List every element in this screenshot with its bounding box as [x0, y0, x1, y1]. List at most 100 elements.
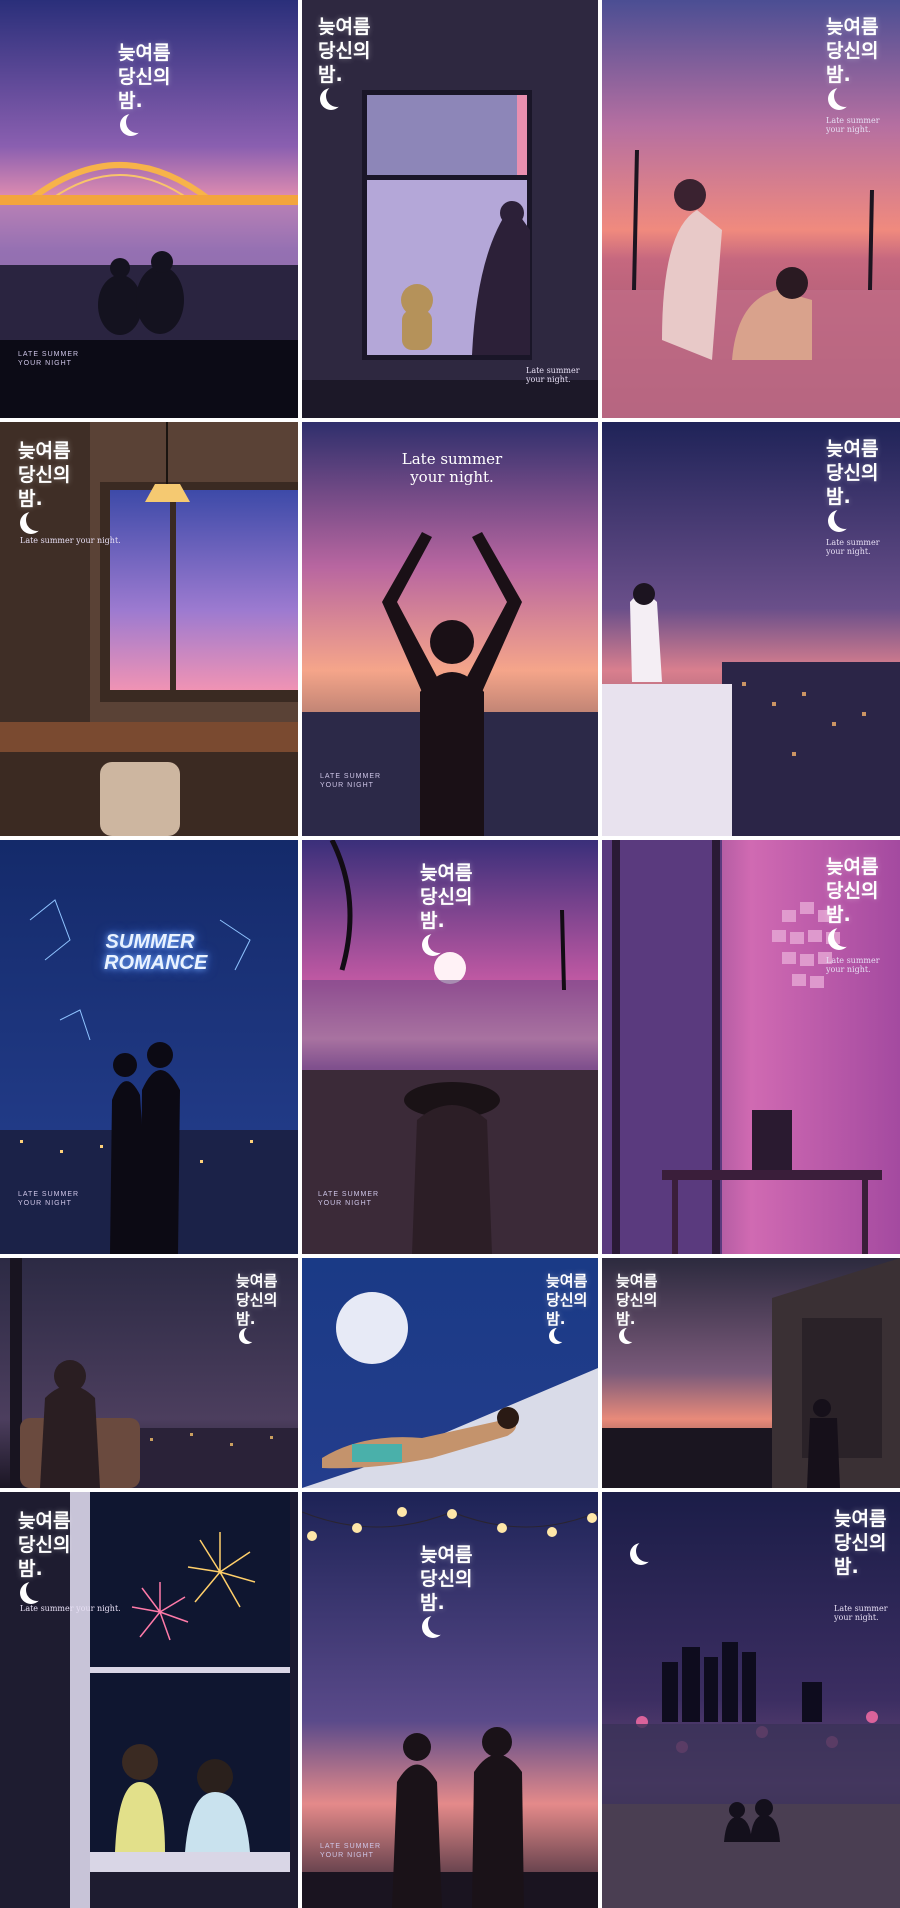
- caption: LATE SUMMER YOUR NIGHT: [320, 772, 381, 790]
- headline-line-3: 밤.: [546, 1310, 587, 1345]
- headline-line-3: 밤.: [18, 1558, 70, 1604]
- headline-line-1: 늦여름: [826, 856, 879, 878]
- caption: LATE SUMMER YOUR NIGHT: [318, 1190, 379, 1208]
- crescent-moon-icon: [834, 925, 856, 947]
- caption-line-2: YOUR NIGHT: [320, 782, 374, 790]
- caption-line-2: YOUR NIGHT: [320, 1852, 374, 1860]
- crescent-moon-icon: [636, 1540, 658, 1562]
- neon-title: SUMMER ROMANCE: [104, 931, 207, 974]
- headline-line-2: 당신의: [616, 1290, 658, 1309]
- headline: 늦여름 당신의 밤.: [236, 1272, 277, 1344]
- poster-tile-9: 늦여름 당신의 밤. Late summer your night.: [602, 840, 900, 1254]
- headline-line-3: 밤.: [826, 64, 878, 110]
- headline-line-2: 당신의: [18, 1533, 71, 1556]
- headline-text: 밤.: [18, 487, 43, 510]
- headline-text: 밤.: [826, 485, 851, 508]
- headline-text: 밤.: [616, 1309, 636, 1328]
- caption-line-2: YOUR NIGHT: [18, 1200, 72, 1208]
- headline: 늦여름 당신의 밤.: [826, 856, 878, 949]
- crescent-moon-icon: [428, 931, 450, 953]
- poster-tile-11: 늦여름 당신의 밤.: [302, 1258, 598, 1488]
- serif-title-line-2: your night.: [410, 468, 494, 486]
- subline: Late summer your night.: [20, 1604, 121, 1613]
- headline-line-3: 밤.: [18, 488, 70, 534]
- crescent-moon-icon: [326, 85, 348, 107]
- subline: Late summer your night.: [20, 536, 121, 545]
- headline-line-1: 늦여름: [318, 16, 371, 38]
- headline-line-1: 늦여름: [118, 42, 171, 64]
- poster-tile-14: 늦여름 당신의 밤. LATE SUMMER YOUR NIGHT: [302, 1492, 598, 1908]
- headline-line-1: 늦여름: [18, 1510, 71, 1532]
- headline: 늦여름 당신의 밤.: [118, 42, 170, 135]
- headline-line-1: 늦여름: [826, 438, 879, 460]
- headline-line-1: 늦여름: [834, 1508, 887, 1530]
- poster-tile-10: 늦여름 당신의 밤.: [0, 1258, 298, 1488]
- crescent-moon-icon: [244, 1326, 260, 1342]
- headline-line-3: 밤.: [118, 90, 170, 136]
- headline-line-1: 늦여름: [546, 1272, 588, 1290]
- caption-line-2: YOUR NIGHT: [18, 360, 72, 368]
- neon-title-line-1: SUMMER: [105, 931, 195, 953]
- crescent-moon-icon: [428, 1613, 450, 1635]
- serif-title-line-1: Late summer: [401, 450, 503, 468]
- poster-tile-7: SUMMER ROMANCE LATE SUMMER YOUR NIGHT: [0, 840, 298, 1254]
- headline-text: 밤.: [236, 1309, 256, 1328]
- headline: 늦여름 당신의 밤.: [420, 862, 472, 955]
- poster-tile-8: 늦여름 당신의 밤. LATE SUMMER YOUR NIGHT: [302, 840, 598, 1254]
- poster-tile-1: 늦여름 당신의 밤. LATE SUMMER YOUR NIGHT: [0, 0, 298, 418]
- headline-line-2: 당신의: [118, 65, 171, 88]
- headline-line-3: 밤.: [616, 1310, 657, 1345]
- headline: 늦여름 당신의 밤.: [834, 1508, 886, 1579]
- headline-line-3: 밤.: [318, 64, 370, 110]
- crescent-moon-icon: [834, 85, 856, 107]
- caption-line-1: LATE SUMMER: [18, 1191, 80, 1198]
- crescent-moon-icon: [624, 1326, 640, 1342]
- crescent-moon-icon: [554, 1326, 570, 1342]
- headline-text: 밤.: [18, 1557, 43, 1580]
- headline-text: 밤.: [546, 1309, 566, 1328]
- headline-text: 밤.: [420, 1591, 445, 1614]
- poster-tile-3: 늦여름 당신의 밤. Late summer your night.: [602, 0, 900, 418]
- poster-tile-6: 늦여름 당신의 밤. Late summer your night.: [602, 422, 900, 836]
- crescent-moon-icon: [126, 111, 148, 133]
- headline-line-2: 당신의: [826, 39, 879, 62]
- subline: Late summer your night.: [834, 1604, 888, 1622]
- headline-line-2: 당신의: [826, 461, 879, 484]
- headline-line-1: 늦여름: [420, 862, 473, 884]
- caption-line-2: YOUR NIGHT: [318, 1200, 372, 1208]
- poster-grid: 늦여름 당신의 밤. LATE SUMMER YOUR NIGHT 늦여름 당신…: [0, 0, 900, 1908]
- headline-line-1: 늦여름: [236, 1272, 278, 1290]
- headline: 늦여름 당신의 밤.: [546, 1272, 587, 1344]
- caption: LATE SUMMER YOUR NIGHT: [18, 1190, 79, 1208]
- subline: Late summer your night.: [526, 366, 580, 384]
- poster-tile-2: 늦여름 당신의 밤. Late summer your night.: [302, 0, 598, 418]
- caption-line-1: LATE SUMMER: [318, 1191, 380, 1198]
- headline-text: 밤.: [118, 89, 143, 112]
- caption-line-1: LATE SUMMER: [320, 773, 382, 780]
- headline-line-3: 밤.: [420, 910, 472, 956]
- serif-title: Late summer your night.: [392, 450, 512, 486]
- headline: 늦여름 당신의 밤.: [18, 1510, 70, 1603]
- caption-line-1: LATE SUMMER: [320, 1843, 382, 1850]
- headline-line-1: 늦여름: [18, 440, 71, 462]
- headline-line-2: 당신의: [546, 1290, 588, 1309]
- headline-line-2: 당신의: [834, 1531, 887, 1554]
- headline-line-3: 밤.: [826, 904, 878, 950]
- headline-line-2: 당신의: [420, 1567, 473, 1590]
- headline-text: 밤.: [318, 63, 343, 86]
- headline-line-2: 당신의: [236, 1290, 278, 1309]
- headline-line-3: 밤.: [236, 1310, 277, 1345]
- subline: Late summer your night.: [826, 116, 880, 134]
- headline-line-2: 당신의: [18, 463, 71, 486]
- caption: LATE SUMMER YOUR NIGHT: [320, 1842, 381, 1860]
- poster-tile-4: 늦여름 당신의 밤. Late summer your night.: [0, 422, 298, 836]
- headline-line-3: 밤.: [834, 1555, 859, 1578]
- headline-line-2: 당신의: [318, 39, 371, 62]
- headline: 늦여름 당신의 밤.: [826, 16, 878, 109]
- poster-tile-13: 늦여름 당신의 밤. Late summer your night.: [0, 1492, 298, 1908]
- headline-text: 밤.: [826, 63, 851, 86]
- headline-text: 밤.: [826, 903, 851, 926]
- headline-line-3: 밤.: [420, 1592, 472, 1638]
- caption-line-1: LATE SUMMER: [18, 351, 80, 358]
- crescent-moon-icon: [26, 509, 48, 531]
